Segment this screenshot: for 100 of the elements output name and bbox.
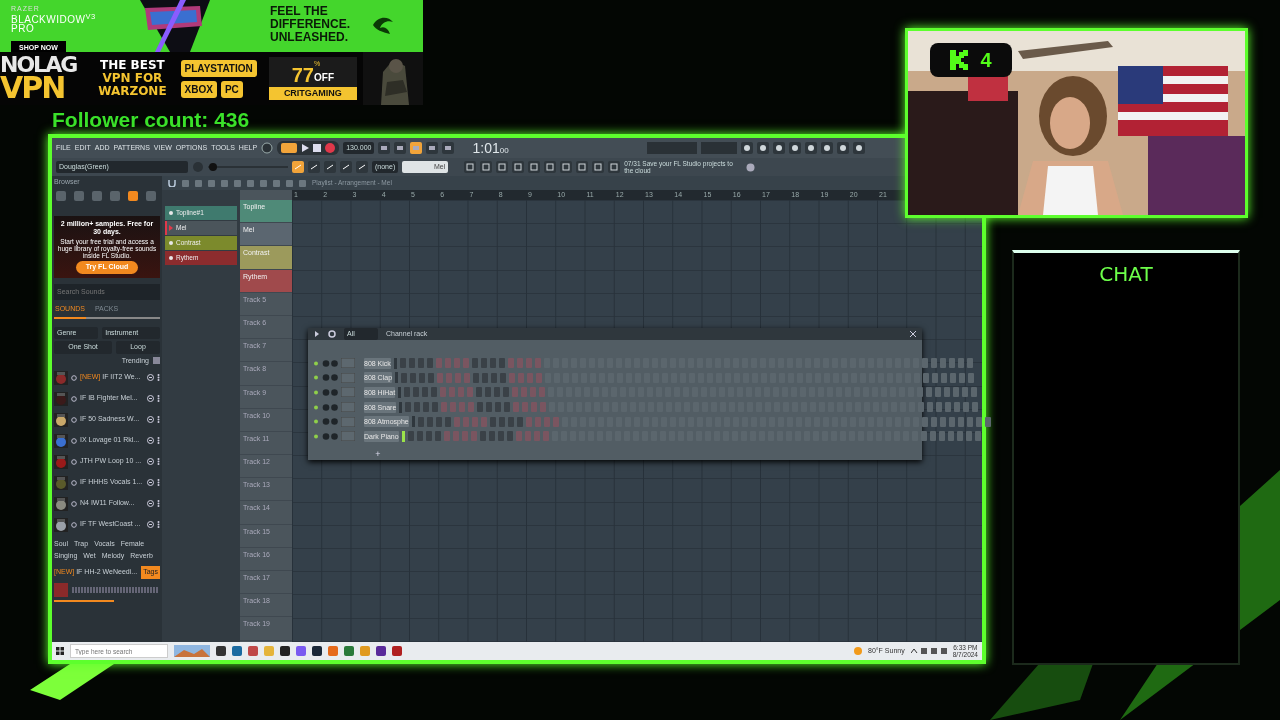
globe-icon[interactable] <box>746 162 756 172</box>
add-icon[interactable] <box>147 500 154 507</box>
follower-count: Follower count: 436 <box>52 107 250 133</box>
mixer-slot[interactable] <box>341 358 355 369</box>
close-icon[interactable] <box>910 331 916 337</box>
mixer-slot[interactable] <box>341 372 355 383</box>
loop-icon <box>71 416 77 423</box>
platform-tag: XBOX <box>180 80 217 98</box>
toolbar-icon[interactable] <box>378 142 391 154</box>
toolbar-icon[interactable] <box>464 161 477 173</box>
tray-icons-drawing <box>910 647 947 655</box>
toolbar-icon[interactable] <box>340 161 352 173</box>
stop-icon[interactable] <box>313 144 322 152</box>
discount-label: OFF <box>314 71 334 85</box>
toolbar-icon[interactable] <box>804 142 817 154</box>
more-icon[interactable] <box>157 521 160 528</box>
channel-select-indicator[interactable] <box>401 430 405 442</box>
headline-text: VPN FOR <box>101 72 164 85</box>
headline-text: THE BEST <box>99 59 166 72</box>
platform-tag: PC <box>220 80 243 98</box>
toolbar-icon[interactable] <box>820 142 833 154</box>
magnet-icon[interactable] <box>168 179 176 187</box>
ad-tagline: FEEL THE DIFFERENCE. UNLEASHED. <box>269 3 350 46</box>
checkbox-icon[interactable] <box>153 357 160 365</box>
panel-title: CHAT <box>1098 261 1154 288</box>
channel-select-indicator[interactable] <box>393 357 397 369</box>
add-icon[interactable] <box>147 458 154 465</box>
channel-knobs-drawing <box>314 374 338 382</box>
toolbar-icon[interactable] <box>480 161 493 173</box>
add-channel-button[interactable]: + <box>358 447 398 462</box>
more-icon[interactable] <box>157 437 160 444</box>
channel-select-indicator[interactable] <box>399 401 403 413</box>
knob-icon[interactable] <box>261 142 274 154</box>
toolbar-icon[interactable] <box>426 142 439 154</box>
promo-code: CRITGAMING <box>268 86 357 100</box>
channel-knobs-drawing <box>314 359 338 367</box>
toolbar-icon[interactable] <box>512 161 525 173</box>
toolbar-icon[interactable] <box>394 142 407 154</box>
slider-thumb[interactable] <box>209 163 218 171</box>
toolbar-icon[interactable] <box>740 142 753 154</box>
toolbar-icon[interactable] <box>852 142 865 154</box>
logo-text: VPN <box>0 75 65 101</box>
toolbar-icon[interactable] <box>292 161 304 173</box>
toolbar-icon[interactable] <box>308 161 320 173</box>
mixer-slot[interactable] <box>341 431 355 442</box>
loop-icon <box>71 479 77 486</box>
dot-icon <box>169 211 173 216</box>
kick-logo-icon <box>950 50 969 70</box>
toolbar-icon[interactable] <box>788 142 801 154</box>
more-icon[interactable] <box>157 500 160 507</box>
more-icon[interactable] <box>157 458 160 465</box>
toolbar-icon[interactable] <box>324 161 336 173</box>
toolbar-icon[interactable] <box>772 142 785 154</box>
toolbar-icon[interactable] <box>544 161 557 173</box>
toolbar-icon[interactable] <box>836 142 849 154</box>
add-icon[interactable] <box>147 395 154 402</box>
arrow-icon[interactable] <box>314 331 320 337</box>
mixer-slot[interactable] <box>341 416 355 427</box>
toolbar-icon[interactable] <box>608 161 621 173</box>
headline-text: WARZONE <box>98 85 167 98</box>
play-marker-icon <box>169 225 173 232</box>
play-icon[interactable] <box>301 144 310 152</box>
toolbar-icon[interactable] <box>576 161 589 173</box>
loop-icon <box>71 521 77 528</box>
toolbar-icon[interactable] <box>592 161 605 173</box>
product-name: BLACKWIDOW$^{V3}$ <box>11 14 97 24</box>
loop-icon <box>71 500 77 507</box>
more-icon[interactable] <box>157 479 160 486</box>
channel-select-indicator[interactable] <box>398 387 402 398</box>
more-icon[interactable] <box>157 374 160 381</box>
add-icon[interactable] <box>147 416 154 423</box>
step-button[interactable] <box>984 416 991 427</box>
product-name: PRO <box>11 23 35 33</box>
gear-icon[interactable] <box>328 330 336 338</box>
toolbar-icon[interactable] <box>356 161 368 173</box>
add-icon[interactable] <box>147 479 154 486</box>
windows-logo-icon[interactable] <box>56 647 64 655</box>
pattern-mode-icon[interactable] <box>281 143 298 153</box>
more-icon[interactable] <box>157 395 160 402</box>
toolbar-icon[interactable] <box>496 161 509 173</box>
viewer-count: 4 <box>980 48 992 73</box>
channel-knobs-drawing <box>314 432 338 440</box>
add-icon[interactable] <box>147 374 154 381</box>
add-icon[interactable] <box>147 437 154 444</box>
toolbar-icon[interactable] <box>410 142 423 154</box>
add-icon[interactable] <box>147 521 154 528</box>
channel-select-indicator[interactable] <box>411 416 415 428</box>
loop-icon <box>71 437 77 444</box>
more-icon[interactable] <box>157 416 160 423</box>
platform-tag: PLAYSTATION <box>180 59 257 77</box>
channel-knobs-drawing <box>314 389 338 396</box>
channel-knobs-drawing <box>314 403 338 411</box>
toolbar-icon[interactable] <box>560 161 573 173</box>
mixer-slot[interactable] <box>341 402 355 413</box>
mixer-slot[interactable] <box>341 387 355 398</box>
toolbar-icon[interactable] <box>442 142 455 154</box>
toolbar-icon[interactable] <box>528 161 541 173</box>
channel-select-indicator[interactable] <box>395 372 399 384</box>
dot-icon <box>169 256 173 261</box>
toolbar-icon[interactable] <box>756 142 769 154</box>
